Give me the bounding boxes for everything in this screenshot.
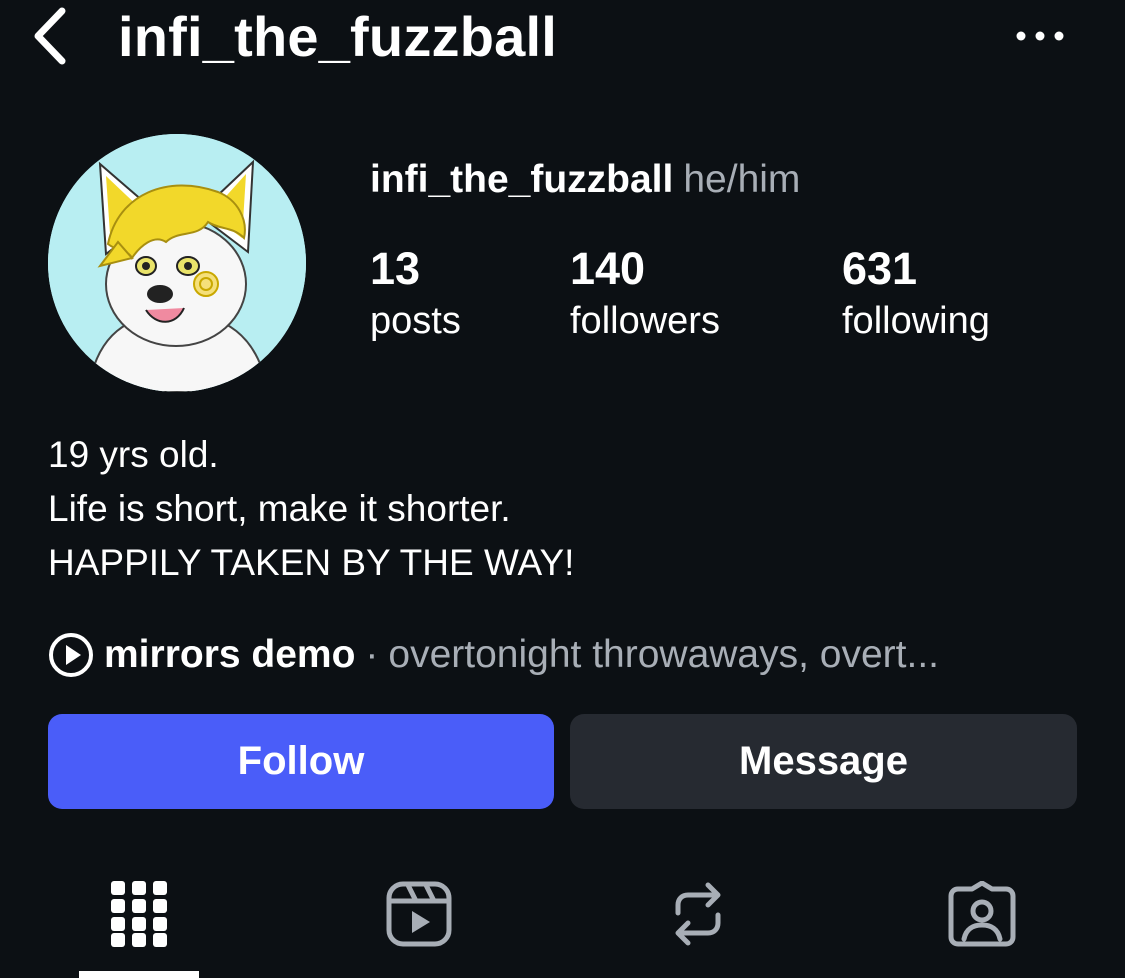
profile-music[interactable]: mirrors demo · overtonight throwaways, o… (48, 628, 1078, 682)
stat-following[interactable]: 631 following (842, 240, 990, 346)
tab-reels[interactable] (359, 872, 479, 956)
chevron-left-icon (34, 7, 66, 65)
music-track-title: mirrors demo (104, 633, 356, 676)
profile-name-row: infi_the_fuzzball he/him (370, 152, 800, 208)
reposts-icon (675, 882, 721, 946)
tab-tagged[interactable] (922, 872, 1042, 956)
selected-tab-indicator (79, 971, 199, 978)
tagged-icon (948, 881, 1016, 947)
stat-followers-label: followers (570, 300, 720, 342)
reels-icon (386, 881, 452, 947)
more-options-button[interactable] (1010, 16, 1070, 56)
profile-pronouns: he/him (683, 158, 801, 201)
stat-posts[interactable]: 13 posts (370, 240, 461, 346)
tab-posts-grid[interactable] (79, 872, 199, 956)
stat-posts-label: posts (370, 300, 461, 342)
bio-line: 19 yrs old. (48, 434, 219, 475)
fox-avatar-image (48, 134, 306, 392)
header-title: infi_the_fuzzball (118, 5, 557, 68)
tab-reposts[interactable] (638, 872, 758, 956)
bio-line: HAPPILY TAKEN BY THE WAY! (48, 542, 575, 583)
grid-icon (111, 881, 167, 947)
music-album-title: overtonight throwaways, overt... (388, 633, 939, 676)
profile-username: infi_the_fuzzball (370, 158, 674, 201)
avatar[interactable] (48, 134, 306, 392)
stat-posts-count: 13 (370, 243, 421, 294)
play-circle-icon (49, 633, 93, 677)
ellipsis-icon (1016, 31, 1064, 41)
follow-button[interactable]: Follow (48, 714, 554, 809)
music-separator: · (365, 633, 379, 676)
bio-line: Life is short, make it shorter. (48, 488, 511, 529)
bio: 19 yrs old. Life is short, make it short… (48, 428, 574, 590)
back-button[interactable] (20, 4, 80, 68)
stat-following-count: 631 (842, 243, 918, 294)
stat-followers[interactable]: 140 followers (570, 240, 720, 346)
stat-followers-count: 140 (570, 243, 646, 294)
stat-following-label: following (842, 300, 990, 342)
message-button[interactable]: Message (570, 714, 1077, 809)
